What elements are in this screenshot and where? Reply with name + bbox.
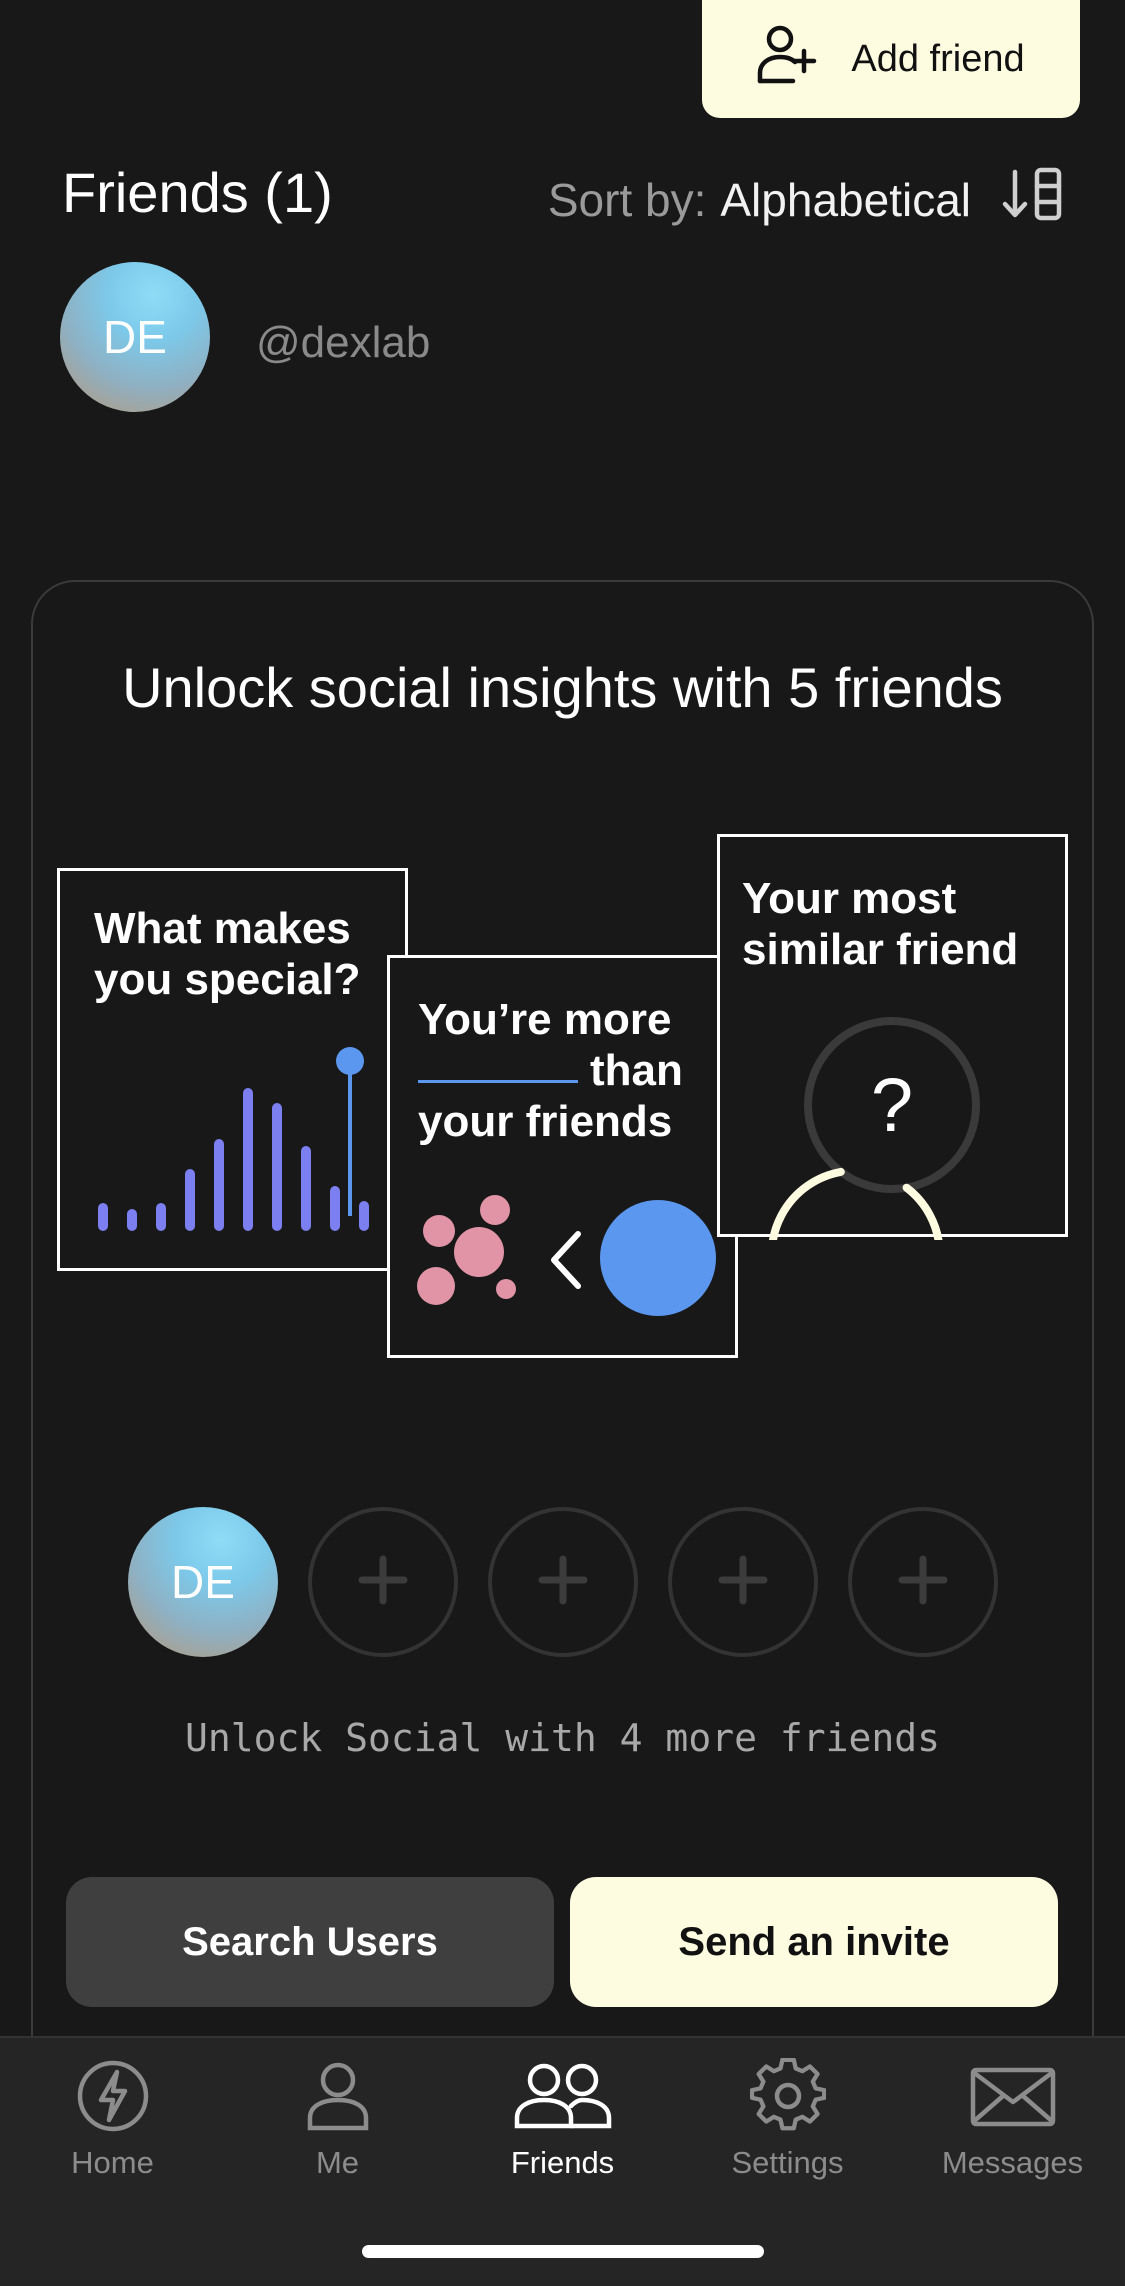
search-users-button[interactable]: Search Users (66, 1877, 554, 2007)
slot-initials: DE (171, 1556, 235, 1608)
comparison-illustration (417, 1195, 716, 1316)
sort-icon (1001, 166, 1065, 233)
question-mark: ? (870, 1062, 914, 1148)
envelope-icon (970, 2058, 1056, 2139)
sort-label: Sort by: (547, 173, 707, 226)
tab-settings[interactable]: Settings (675, 2057, 900, 2181)
progress-ring-illustration (767, 1017, 980, 1240)
person-icon (300, 2058, 376, 2139)
bar-chart-illustration (98, 1047, 369, 1231)
lightning-icon (75, 2058, 151, 2139)
add-person-icon (757, 23, 817, 95)
plus-icon (538, 1555, 588, 1610)
panel-more-than-friends: You’re more than your friends (387, 955, 738, 1358)
panel-most-similar-friend: Your most similar friend ? (717, 834, 1068, 1240)
tab-home-label: Home (71, 2145, 154, 2180)
insights-title: Unlock social insights with 5 friends (122, 656, 1003, 719)
unlock-social-note: Unlock Social with 4 more friends (185, 1716, 940, 1760)
add-friend-button[interactable]: Add friend (702, 0, 1080, 118)
send-invite-button[interactable]: Send an invite (570, 1877, 1058, 2007)
tab-settings-label: Settings (731, 2145, 844, 2180)
tab-messages[interactable]: Messages (900, 2058, 1125, 2181)
add-friend-slot[interactable] (848, 1507, 998, 1657)
add-friend-slot[interactable] (308, 1507, 458, 1657)
home-indicator[interactable] (362, 2245, 764, 2258)
tab-me-label: Me (315, 2145, 360, 2180)
tab-friends-label: Friends (510, 2145, 615, 2180)
sort-value: Alphabetical (720, 173, 971, 226)
friends-icon (513, 2058, 613, 2139)
panel-what-makes-you-special: What makes you special? (57, 868, 408, 1271)
tab-me[interactable]: Me (225, 2058, 450, 2181)
tab-friends[interactable]: Friends (450, 2058, 675, 2181)
plus-icon (358, 1555, 408, 1610)
friend-initials: DE (103, 311, 167, 363)
friend-handle[interactable]: @dexlab (256, 318, 430, 368)
add-friend-slot[interactable] (488, 1507, 638, 1657)
plus-icon (718, 1555, 768, 1610)
friend-slot-filled[interactable]: DE (128, 1507, 278, 1657)
gear-icon (749, 2057, 826, 2139)
sort-control[interactable]: Sort by: Alphabetical (548, 166, 1065, 233)
friends-count-title: Friends (1) (62, 161, 333, 224)
add-friend-label: Add friend (851, 37, 1025, 80)
plus-icon (898, 1555, 948, 1610)
add-friend-slot[interactable] (668, 1507, 818, 1657)
tab-messages-label: Messages (941, 2145, 1084, 2180)
friend-avatar[interactable]: DE (60, 262, 210, 412)
tab-home[interactable]: Home (0, 2058, 225, 2181)
